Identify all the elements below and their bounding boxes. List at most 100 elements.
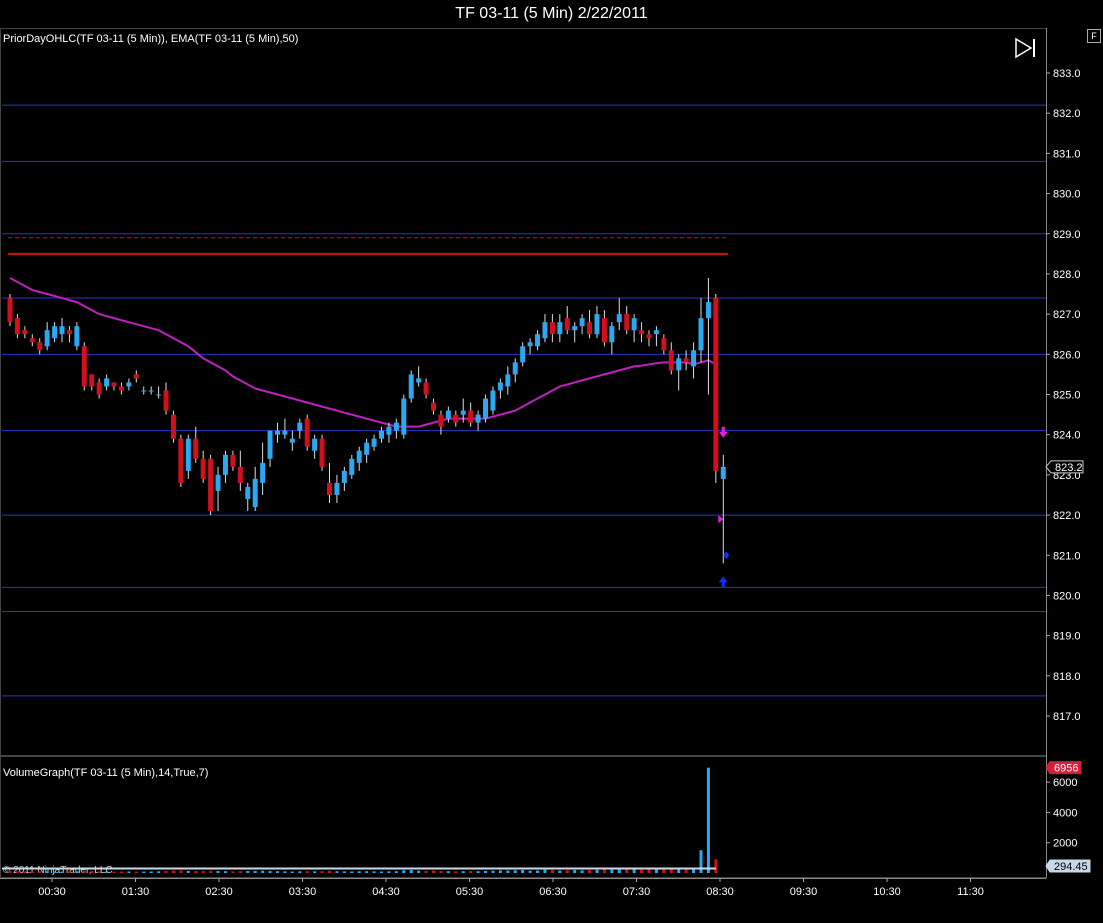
volume-bar	[261, 870, 265, 873]
candle-body	[564, 318, 570, 331]
candle-body	[431, 402, 437, 411]
last-price-label: 823.2	[1055, 462, 1083, 474]
volume-bar	[342, 871, 346, 873]
volume-bar	[335, 871, 339, 873]
volume-bar	[253, 870, 257, 873]
chart-canvas: 833.0 832.0 831.0 830.0 829.0 828.0 827.0 826.0…	[0, 28, 1091, 898]
candle-body	[661, 338, 667, 351]
y-tick-label: 822.0	[1053, 510, 1081, 522]
volume-y-tick-label: 6000	[1053, 777, 1077, 789]
volume-bar	[82, 870, 86, 873]
candle-body	[386, 426, 392, 435]
candle-body	[193, 438, 199, 459]
candle-body	[705, 302, 711, 319]
volume-bar	[380, 871, 383, 873]
volume-bar	[602, 869, 606, 873]
volume-y-tick-label: 4000	[1053, 807, 1077, 819]
candle-body	[22, 330, 28, 335]
candle-body	[691, 350, 697, 367]
volume-bar	[484, 870, 488, 873]
candle-body	[572, 326, 578, 331]
average-volume-label: 294.45	[1054, 861, 1088, 873]
candle-body	[401, 398, 407, 435]
volume-bar	[327, 870, 331, 873]
volume-bar	[298, 871, 302, 873]
x-tick-label: 07:30	[623, 886, 651, 898]
volume-bar	[625, 869, 629, 873]
volume-bar	[521, 869, 525, 873]
volume-bar	[231, 871, 235, 873]
volume-bar	[617, 869, 621, 873]
candle-body	[222, 454, 228, 475]
candle-body	[289, 438, 295, 443]
volume-bar	[186, 870, 190, 873]
candle-body	[676, 358, 682, 371]
x-tick-label: 04:30	[372, 886, 400, 898]
volume-bar	[179, 870, 183, 873]
volume-bar	[706, 767, 710, 873]
volume-bar	[654, 869, 658, 873]
volume-bar	[580, 870, 584, 873]
candle-body	[141, 390, 147, 392]
volume-bar	[275, 871, 279, 873]
y-tick-label: 831.0	[1053, 148, 1081, 160]
candle-body	[163, 390, 169, 411]
y-tick-label: 819.0	[1053, 631, 1081, 643]
volume-bar	[90, 871, 94, 873]
x-tick-label: 03:30	[289, 886, 317, 898]
volume-bar	[439, 871, 443, 873]
volume-bar	[8, 871, 12, 873]
y-tick-label: 829.0	[1053, 229, 1081, 241]
volume-bar	[372, 871, 376, 873]
volume-bar	[127, 871, 131, 873]
volume-bar	[38, 871, 42, 873]
volume-bar	[134, 871, 138, 873]
volume-bar	[223, 871, 227, 873]
candle-body	[356, 450, 362, 463]
price-panel-frame	[0, 28, 1047, 756]
candle-body	[720, 466, 726, 479]
volume-bar	[446, 871, 450, 873]
candle-body	[104, 378, 110, 387]
candle-body	[185, 438, 191, 471]
volume-bar	[320, 871, 324, 873]
candle-body	[423, 382, 429, 395]
y-tick-label: 821.0	[1053, 550, 1081, 562]
volume-bar	[387, 871, 391, 873]
x-tick-label: 00:30	[38, 886, 66, 898]
candle-body	[7, 298, 13, 323]
candle-body	[252, 478, 258, 508]
candle-body	[475, 414, 481, 423]
x-tick-label: 06:30	[539, 886, 567, 898]
volume-bar	[15, 871, 19, 873]
volume-bar	[588, 870, 592, 873]
volume-bar	[402, 870, 406, 873]
x-tick-label: 01:30	[122, 886, 150, 898]
volume-bar	[476, 871, 480, 873]
candle-body	[438, 414, 444, 427]
volume-bar	[45, 871, 49, 873]
volume-bar	[23, 871, 27, 873]
candle-body	[260, 462, 266, 483]
volume-bar	[53, 871, 57, 873]
y-tick-label: 826.0	[1053, 349, 1081, 361]
x-tick-label: 08:30	[706, 886, 734, 898]
candle-body	[393, 422, 399, 431]
candle-body	[312, 438, 318, 451]
volume-bar	[357, 871, 361, 873]
volume-bar	[528, 870, 532, 873]
candle-body	[653, 330, 659, 335]
volume-bar	[238, 871, 242, 873]
candle-body	[156, 394, 162, 396]
volume-bar	[149, 871, 153, 873]
volume-bar	[461, 871, 465, 873]
candle-body	[527, 342, 533, 347]
candle-body	[379, 430, 384, 439]
volume-bar	[632, 869, 636, 873]
volume-y-tick-label: 2000	[1053, 838, 1077, 850]
volume-bar	[506, 870, 510, 873]
candle-body	[631, 318, 637, 331]
max-volume-label: 6956	[1054, 763, 1078, 775]
candle-body	[89, 374, 95, 387]
candle-body	[349, 458, 355, 475]
